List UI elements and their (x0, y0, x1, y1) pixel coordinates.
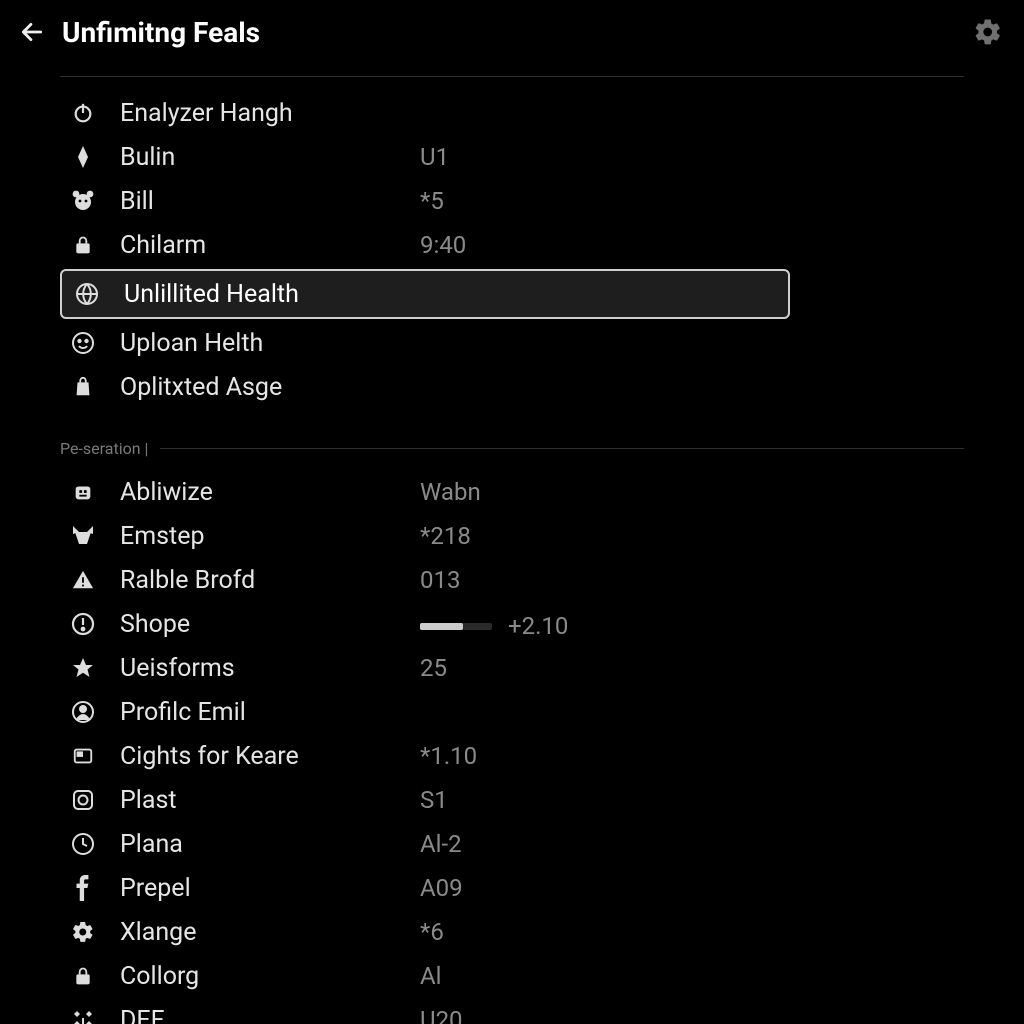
item-value: S1 (420, 786, 448, 814)
card-icon (68, 741, 98, 771)
robot-icon (68, 477, 98, 507)
item-label: Enalyzer Hangh (120, 99, 420, 128)
item-value: 25 (420, 654, 447, 682)
item-value: A09 (420, 874, 463, 902)
item-value: Al (420, 962, 442, 990)
top-divider (60, 76, 964, 77)
arrow-left-icon (19, 19, 45, 45)
list-item[interactable]: Xlange *6 (60, 910, 964, 954)
circle-o-icon (68, 785, 98, 815)
list-item[interactable]: Emstep *218 (60, 514, 964, 558)
list-item[interactable]: Collorg Al (60, 954, 964, 998)
lock2-icon (68, 961, 98, 991)
item-value: *5 (420, 187, 444, 215)
list-item[interactable]: Chilarm 9:40 (60, 223, 964, 267)
slider-fill (420, 623, 463, 630)
list-item[interactable]: Shope +2.10 (60, 602, 964, 646)
item-label: Collorg (120, 962, 420, 991)
item-label: Ueisforms (120, 654, 420, 683)
fox-icon (68, 521, 98, 551)
slider-track[interactable] (420, 623, 492, 630)
item-value: Al-2 (420, 830, 462, 858)
power-icon (68, 98, 98, 128)
item-value: U20 (420, 1006, 463, 1024)
settings-button[interactable] (970, 14, 1006, 50)
list-item[interactable]: Uploan Helth (60, 321, 964, 365)
list-section-1: Enalyzer Hangh Bulin U1 Bill *5 (60, 91, 964, 409)
item-label: Uploan Helth (120, 329, 420, 358)
item-label: Emstep (120, 522, 420, 551)
page-title: Unfimitng Feals (62, 16, 260, 49)
item-value: U1 (420, 143, 449, 171)
item-label: Plast (120, 786, 420, 815)
item-label: Unlillited Health (124, 280, 424, 309)
list-item[interactable]: Abliwize Wabn (60, 470, 964, 514)
item-value: Wabn (420, 478, 481, 506)
app-root: Unfimitng Feals Enalyzer Hangh Bulin U1 (0, 0, 1024, 1024)
list-item[interactable]: Enalyzer Hangh (60, 91, 964, 135)
item-label: DEF (120, 1006, 420, 1024)
list-item[interactable]: Plana Al-2 (60, 822, 964, 866)
clock-icon (68, 829, 98, 859)
item-label: Abliwize (120, 478, 420, 507)
back-button[interactable] (18, 18, 46, 46)
list-item[interactable]: Ueisforms 25 (60, 646, 964, 690)
item-label: Oplitxted Asge (120, 373, 420, 402)
item-value: *218 (420, 522, 471, 550)
section-header: Pe-seration | (60, 439, 964, 458)
list-item[interactable]: Bulin U1 (60, 135, 964, 179)
item-value: *6 (420, 918, 444, 946)
list-item[interactable]: Ralble Brofd 013 (60, 558, 964, 602)
item-value: *1.10 (420, 742, 477, 770)
tools-icon (68, 1005, 98, 1024)
item-value: 013 (420, 566, 460, 594)
lock-icon (68, 230, 98, 260)
item-label: Bulin (120, 143, 420, 172)
list-item[interactable]: Bill *5 (60, 179, 964, 223)
list-item[interactable]: Profilc Emil (60, 690, 964, 734)
bag-icon (68, 372, 98, 402)
item-label: Chilarm (120, 231, 420, 260)
list-item[interactable]: Prepel A09 (60, 866, 964, 910)
header: Unfimitng Feals (0, 0, 1024, 58)
globe-icon (72, 279, 102, 309)
content: Enalyzer Hangh Bulin U1 Bill *5 (0, 58, 1024, 1024)
list-item[interactable]: Oplitxted Asge (60, 365, 964, 409)
progress: +2.10 (420, 612, 568, 640)
item-value: 9:40 (420, 231, 466, 259)
section-divider (160, 448, 964, 449)
item-label: Bill (120, 187, 420, 216)
item-value: +2.10 (420, 608, 568, 641)
warning-icon (68, 565, 98, 595)
item-label: Prepel (120, 874, 420, 903)
item-label: Ralble Brofd (120, 566, 420, 595)
list-item-selected[interactable]: Unlillited Health (60, 269, 790, 319)
diamond-icon (68, 142, 98, 172)
list-item[interactable]: Plast S1 (60, 778, 964, 822)
slider-value: +2.10 (508, 612, 568, 640)
face-icon (68, 328, 98, 358)
bear-icon (68, 186, 98, 216)
item-label: Profilc Emil (120, 698, 420, 727)
item-label: Shope (120, 610, 420, 639)
item-label: Plana (120, 830, 420, 859)
list-section-2: Abliwize Wabn Emstep *218 Ralble Brofd 0… (60, 470, 964, 1024)
list-item[interactable]: DEF U20 (60, 998, 964, 1024)
list-item[interactable]: Cights for Keare *1.10 (60, 734, 964, 778)
section-title: Pe-seration | (60, 439, 148, 458)
gear-icon (973, 17, 1003, 47)
item-label: Cights for Keare (120, 742, 420, 771)
item-label: Xlange (120, 918, 420, 947)
gear2-icon (68, 917, 98, 947)
f-icon (68, 873, 98, 903)
person-icon (68, 697, 98, 727)
star-icon (68, 653, 98, 683)
alert-icon (68, 609, 98, 639)
